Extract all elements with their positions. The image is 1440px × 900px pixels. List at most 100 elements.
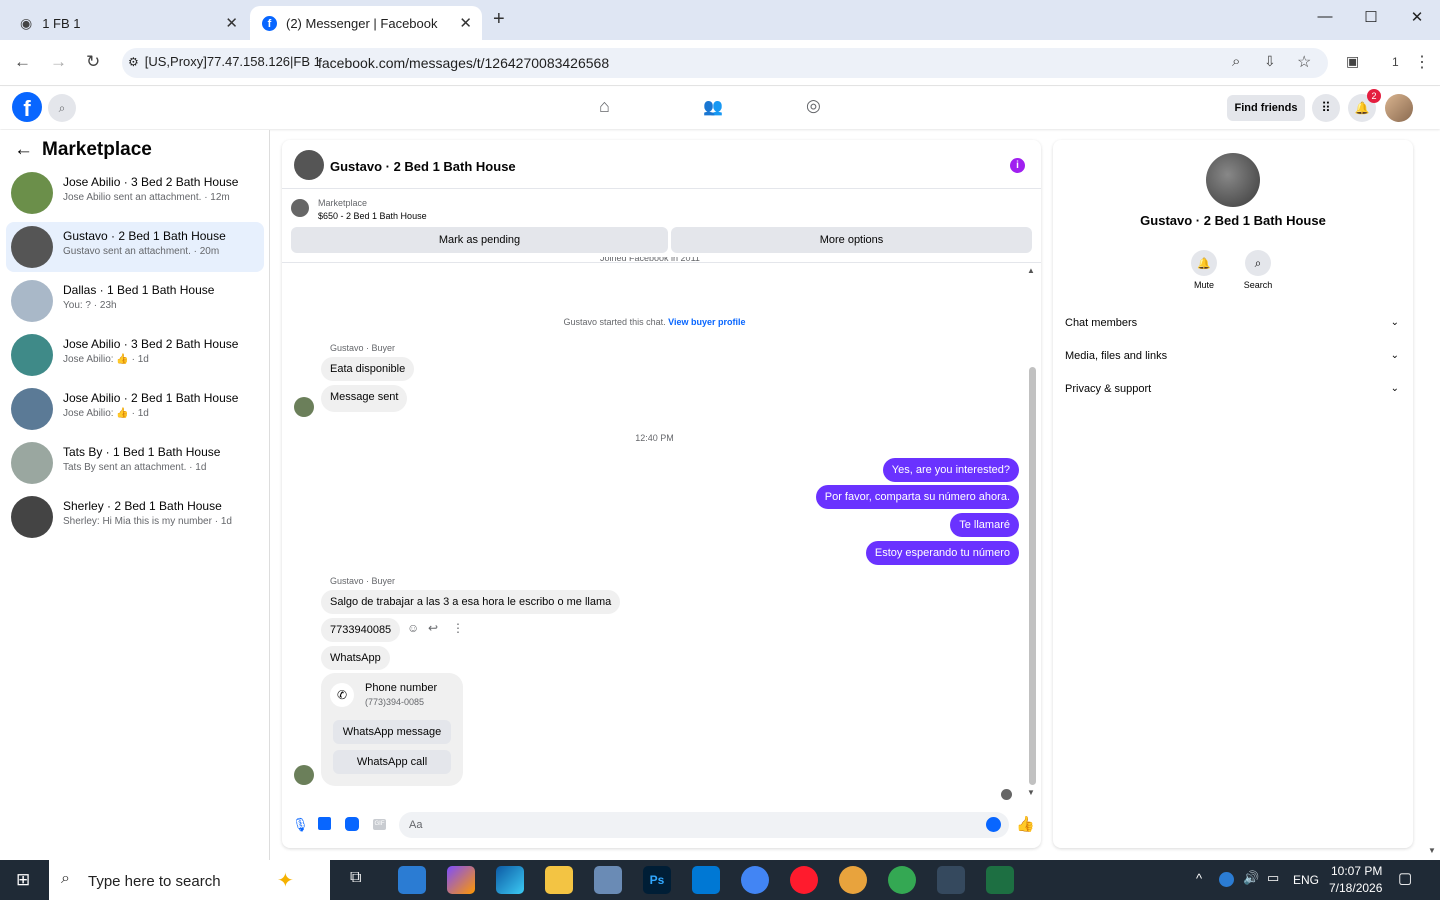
profile-avatar[interactable]	[1385, 94, 1413, 122]
excel-icon[interactable]	[986, 866, 1014, 894]
conversation-item[interactable]: Tats By · 1 Bed 1 Bath House Tats By sen…	[6, 438, 264, 488]
close-window-button[interactable]: ✕	[1402, 8, 1432, 32]
scrollbar-track[interactable]	[1029, 367, 1036, 785]
tab-messenger[interactable]: f (2) Messenger | Facebook ✕	[250, 6, 482, 40]
close-tab-icon[interactable]: ✕	[225, 14, 238, 32]
gif-icon[interactable]: GIF	[373, 819, 386, 830]
store-icon[interactable]	[692, 866, 720, 894]
clock-time[interactable]: 10:07 PM	[1331, 864, 1382, 878]
chrome-icon[interactable]	[741, 866, 769, 894]
listing-price[interactable]: $650 - 2 Bed 1 Bath House	[318, 211, 427, 221]
listing-thumbnail[interactable]	[291, 199, 309, 217]
message-input[interactable]: Aa	[399, 812, 1009, 838]
incoming-message[interactable]: Message sent	[321, 385, 408, 412]
copilot-icon[interactable]	[447, 866, 475, 894]
more-options-button[interactable]: More options	[671, 227, 1032, 253]
bookmark-star-icon[interactable]: ☆	[1297, 52, 1311, 72]
chrome-profile-icon[interactable]	[888, 866, 916, 894]
details-avatar[interactable]	[1206, 153, 1260, 207]
conversation-item[interactable]: Jose Abilio · 3 Bed 2 Bath House Jose Ab…	[6, 330, 264, 380]
maximize-button[interactable]: ☐	[1356, 8, 1386, 32]
mark-pending-button[interactable]: Mark as pending	[291, 227, 668, 253]
photoshop-icon[interactable]: Ps	[643, 866, 671, 894]
page-scroll-down-icon[interactable]: ▼	[1428, 846, 1436, 855]
side-panel-icon[interactable]: ▣	[1346, 53, 1359, 70]
home-icon[interactable]: ⌂	[599, 96, 610, 117]
info-icon[interactable]: i	[1010, 158, 1025, 173]
clock-date[interactable]: 7/18/2026	[1329, 881, 1382, 895]
close-tab-icon[interactable]: ✕	[459, 14, 472, 32]
chat-header-avatar[interactable]	[294, 150, 324, 180]
incoming-message[interactable]: Salgo de trabajar a las 3 a esa hora le …	[321, 590, 621, 614]
conversation-snippet: Jose Abilio: 👍 · 1d	[63, 408, 149, 419]
groups-icon[interactable]: ◎	[806, 96, 821, 116]
new-tab-button[interactable]: +	[493, 8, 505, 31]
opera-icon[interactable]	[790, 866, 818, 894]
task-view-icon[interactable]: ⧉	[350, 869, 361, 887]
whatsapp-message-button[interactable]: WhatsApp message	[333, 720, 451, 744]
site-info[interactable]: ⚙ [US,Proxy]77.47.158.126|FB 1	[128, 54, 321, 69]
language-indicator[interactable]: ENG	[1293, 873, 1319, 887]
friends-icon[interactable]: 👥	[703, 97, 723, 117]
microphone-icon[interactable]: 🎙	[292, 817, 309, 833]
conversation-item[interactable]: Jose Abilio · 2 Bed 1 Bath House Jose Ab…	[6, 384, 264, 434]
chat-title[interactable]: Gustavo · 2 Bed 1 Bath House	[330, 159, 516, 174]
outgoing-message[interactable]: Yes, are you interested?	[882, 458, 1019, 482]
install-icon[interactable]: ⇩	[1264, 53, 1276, 70]
mute-icon[interactable]: 🔔	[1191, 250, 1217, 276]
menu-grid-icon[interactable]: ⠿	[1312, 94, 1340, 122]
notification-center-icon[interactable]: ▢	[1398, 869, 1412, 887]
privacy-support-section[interactable]: Privacy & support ⌄	[1065, 383, 1401, 395]
chat-members-section[interactable]: Chat members ⌄	[1065, 317, 1401, 329]
emoji-icon[interactable]	[986, 817, 1001, 832]
reload-icon[interactable]: ↻	[86, 52, 100, 72]
search-icon[interactable]: ⌕	[48, 94, 76, 122]
minimize-button[interactable]: —	[1310, 8, 1340, 32]
browser-menu-icon[interactable]: ⋮	[1414, 52, 1430, 72]
photo-icon[interactable]	[318, 817, 331, 830]
scrollbar-up-icon[interactable]: ▲	[1027, 266, 1035, 275]
url-text[interactable]: facebook.com/messages/t/1264270083426568	[318, 55, 609, 71]
outgoing-message[interactable]: Estoy esperando tu número	[865, 541, 1019, 565]
network-icon[interactable]: ▭	[1267, 870, 1279, 886]
conversation-item[interactable]: Gustavo · 2 Bed 1 Bath House Gustavo sen…	[6, 222, 264, 272]
app-icon[interactable]	[839, 866, 867, 894]
incoming-message[interactable]: 7733940085	[321, 618, 401, 642]
react-icon[interactable]: ☺	[407, 621, 419, 635]
forward-icon[interactable]: →	[50, 52, 67, 72]
tab-fb1[interactable]: ◉ 1 FB 1 ✕	[8, 6, 248, 40]
find-friends-button[interactable]: Find friends	[1227, 95, 1305, 121]
phone-icon: ✆	[330, 683, 354, 707]
edge-icon[interactable]	[496, 866, 524, 894]
conversation-item[interactable]: Sherley · 2 Bed 1 Bath House Sherley: Hi…	[6, 492, 264, 542]
outgoing-message[interactable]: Te llamaré	[950, 513, 1019, 537]
incoming-message[interactable]: Eata disponible	[321, 357, 415, 381]
facebook-logo-icon[interactable]: f	[12, 92, 42, 122]
back-icon[interactable]: ←	[14, 52, 31, 72]
incoming-message[interactable]: WhatsApp	[321, 646, 390, 670]
tray-overflow-icon[interactable]: ^	[1196, 871, 1202, 886]
profile-count[interactable]: 1	[1392, 55, 1399, 69]
back-arrow-icon[interactable]: ←	[14, 139, 33, 161]
scrollbar-down-icon[interactable]: ▼	[1027, 788, 1035, 797]
reply-icon[interactable]: ↩	[428, 621, 438, 635]
sticker-icon[interactable]	[345, 817, 359, 831]
outgoing-message[interactable]: Por favor, comparta su número ahora.	[815, 485, 1019, 509]
file-explorer-icon[interactable]	[545, 866, 573, 894]
windows-start-icon[interactable]: ⊞	[16, 870, 30, 890]
conversation-item[interactable]: Jose Abilio · 3 Bed 2 Bath House Jose Ab…	[6, 168, 264, 218]
volume-icon[interactable]: 🔊	[1243, 870, 1259, 886]
app-icon[interactable]	[594, 866, 622, 894]
tray-app-icon[interactable]	[1219, 872, 1234, 887]
view-buyer-profile-link[interactable]: View buyer profile	[668, 317, 745, 327]
like-icon[interactable]: 👍	[1016, 815, 1035, 833]
whatsapp-call-button[interactable]: WhatsApp call	[333, 750, 451, 774]
mail-app-icon[interactable]	[398, 866, 426, 894]
conversation-item[interactable]: Dallas · 1 Bed 1 Bath House You: ? · 23h	[6, 276, 264, 326]
zoom-icon[interactable]: ⌕	[1232, 53, 1240, 70]
search-icon[interactable]: ⌕	[1245, 250, 1271, 276]
more-actions-icon[interactable]: ⋮	[452, 621, 464, 635]
taskbar-search[interactable]: ⌕ Type here to search ✦	[49, 860, 330, 900]
media-files-section[interactable]: Media, files and links ⌄	[1065, 350, 1401, 362]
browser-profile-icon[interactable]	[937, 866, 965, 894]
